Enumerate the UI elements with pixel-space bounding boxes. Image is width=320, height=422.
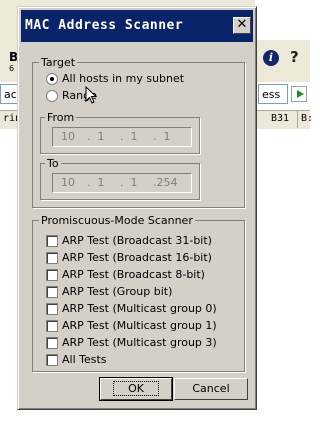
from-legend: From (45, 111, 77, 124)
check-label: ARP Test (Broadcast 31-bit) (62, 234, 212, 247)
target-group: Target All hosts in my subnet Range From… (32, 56, 245, 208)
from-ip-field[interactable]: 10 . 1 . 1 . 1 (52, 127, 192, 147)
tab-partial-address[interactable]: ess (258, 84, 288, 104)
to-ip-octet-2: 1 (97, 176, 105, 189)
radio-all-hosts-control[interactable] (46, 73, 58, 85)
close-button[interactable]: ✕ (233, 17, 251, 34)
dialog-title: MAC Address Scanner (25, 18, 184, 33)
check-label: ARP Test (Multicast group 3) (62, 336, 217, 349)
promiscuous-group: Promiscuous-Mode Scanner ARP Test (Broad… (32, 214, 245, 372)
check-label: ARP Test (Broadcast 16-bit) (62, 251, 212, 264)
cancel-button-label: Cancel (192, 382, 230, 395)
info-icon[interactable]: i (263, 50, 279, 66)
from-ip-octet-1: 10 (61, 130, 75, 143)
checkbox[interactable] (46, 269, 58, 281)
promiscuous-legend: Promiscuous-Mode Scanner (39, 214, 195, 227)
close-icon: ✕ (236, 17, 248, 32)
radio-range-control[interactable] (46, 90, 58, 102)
to-legend: To (45, 157, 61, 170)
column-header-b[interactable]: B: (298, 110, 313, 128)
check-label: ARP Test (Broadcast 8-bit) (62, 268, 205, 281)
checkbox[interactable] (46, 252, 58, 264)
mac-scanner-dialog: MAC Address Scanner ✕ Target All hosts i… (17, 6, 257, 410)
ok-button[interactable]: OK (99, 377, 173, 401)
to-ip-octet-3: 1 (130, 176, 138, 189)
checkbox[interactable] (46, 286, 58, 298)
checkbox[interactable] (46, 337, 58, 349)
check-label: ARP Test (Multicast group 0) (62, 302, 217, 315)
checkbox[interactable] (46, 354, 58, 366)
cancel-button[interactable]: Cancel (174, 378, 248, 400)
app-background-area (255, 0, 310, 40)
to-group: To 10 . 1 . 1 . 254 (40, 157, 200, 200)
ok-button-label: OK (113, 381, 159, 396)
check-label: All Tests (62, 353, 107, 366)
target-legend: Target (39, 56, 78, 69)
radio-all-hosts-label: All hosts in my subnet (62, 72, 185, 85)
help-question-icon[interactable]: ? (290, 48, 299, 66)
from-ip-octet-3: 1 (130, 130, 138, 143)
checkbox[interactable] (46, 320, 58, 332)
from-group: From 10 . 1 . 1 . 1 (40, 111, 200, 154)
to-ip-octet-4: 254 (156, 176, 178, 189)
mouse-cursor-icon (85, 86, 97, 104)
checkbox[interactable] (46, 235, 58, 247)
to-ip-field[interactable]: 10 . 1 . 1 . 254 (52, 173, 192, 193)
check-label: ARP Test (Multicast group 1) (62, 319, 217, 332)
check-label: ARP Test (Group bit) (62, 285, 173, 298)
play-icon[interactable] (291, 86, 307, 102)
checkbox[interactable] (46, 303, 58, 315)
title-bar[interactable]: MAC Address Scanner ✕ (21, 10, 253, 42)
to-ip-octet-1: 10 (61, 176, 75, 189)
from-ip-octet-4: 1 (163, 130, 171, 143)
from-ip-octet-2: 1 (97, 130, 105, 143)
column-header-b31[interactable]: B31 (268, 110, 298, 128)
